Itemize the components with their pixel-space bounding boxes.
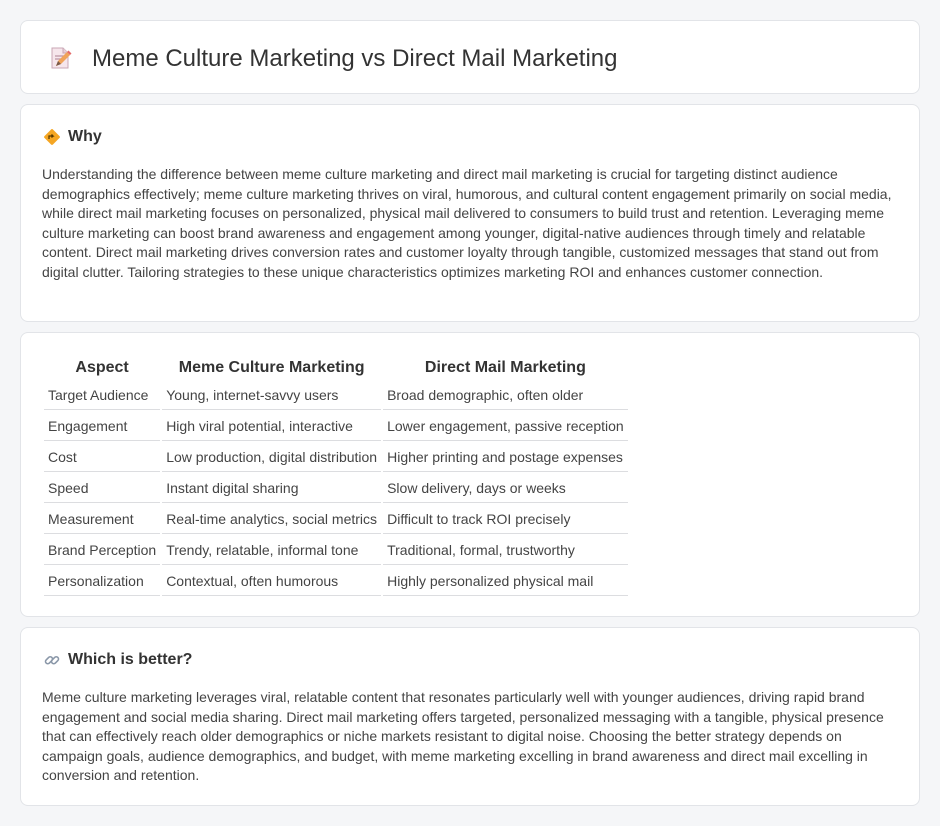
page-title: Meme Culture Marketing vs Direct Mail Ma… (92, 45, 618, 72)
aspect-cell: Measurement (44, 505, 161, 534)
mail-cell: Slow delivery, days or weeks (383, 474, 628, 503)
header-direct-mail: Direct Mail Marketing (424, 359, 586, 376)
table-row: Brand Perception Trendy, relatable, info… (44, 536, 628, 565)
meme-cell: Low production, digital distribution (162, 443, 382, 472)
document-pencil-icon (51, 47, 72, 69)
meme-cell: Contextual, often humorous (162, 567, 382, 596)
meme-cell: Real-time analytics, social metrics (162, 505, 382, 534)
table-row: Measurement Real-time analytics, social … (44, 505, 628, 534)
meme-cell: High viral potential, interactive (162, 412, 382, 441)
meme-cell: Young, internet-savvy users (162, 381, 382, 410)
table-header-row: Aspect Meme Culture Marketing Direct Mai… (44, 353, 628, 379)
header-aspect: Aspect (75, 359, 129, 376)
diamond-direction-icon (44, 129, 60, 145)
table-row: Speed Instant digital sharing Slow deliv… (44, 474, 628, 503)
comparison-section: Aspect Meme Culture Marketing Direct Mai… (20, 332, 920, 617)
table-row: Target Audience Young, internet-savvy us… (44, 381, 628, 410)
aspect-cell: Personalization (44, 567, 161, 596)
better-header: Which is better? (43, 650, 192, 670)
aspect-cell: Speed (44, 474, 161, 503)
mail-cell: Highly personalized physical mail (383, 567, 628, 596)
aspect-cell: Engagement (44, 412, 161, 441)
table-row: Engagement High viral potential, interac… (44, 412, 628, 441)
why-header: Why (43, 127, 102, 147)
table-row: Cost Low production, digital distributio… (44, 443, 628, 472)
header-meme-culture: Meme Culture Marketing (178, 359, 365, 376)
mail-cell: Higher printing and postage expenses (383, 443, 628, 472)
better-paragraph: Meme culture marketing leverages viral, … (42, 689, 884, 784)
mail-cell: Difficult to track ROI precisely (383, 505, 628, 534)
aspect-cell: Cost (44, 443, 161, 472)
mail-cell: Broad demographic, often older (383, 381, 628, 410)
mail-cell: Traditional, formal, trustworthy (383, 536, 628, 565)
title-card: Meme Culture Marketing vs Direct Mail Ma… (20, 20, 920, 94)
meme-cell: Trendy, relatable, informal tone (162, 536, 382, 565)
comparison-table: Aspect Meme Culture Marketing Direct Mai… (42, 351, 630, 598)
aspect-cell: Brand Perception (44, 536, 161, 565)
mail-cell: Lower engagement, passive reception (383, 412, 628, 441)
why-section: Why Understanding the difference between… (20, 104, 920, 322)
aspect-cell: Target Audience (44, 381, 161, 410)
link-icon (44, 655, 60, 665)
why-heading: Why (68, 128, 102, 145)
meme-cell: Instant digital sharing (162, 474, 382, 503)
better-heading: Which is better? (68, 651, 193, 668)
why-paragraph: Understanding the difference between mem… (42, 166, 892, 280)
which-is-better-section: Which is better? Meme culture marketing … (20, 627, 920, 806)
table-row: Personalization Contextual, often humoro… (44, 567, 628, 596)
